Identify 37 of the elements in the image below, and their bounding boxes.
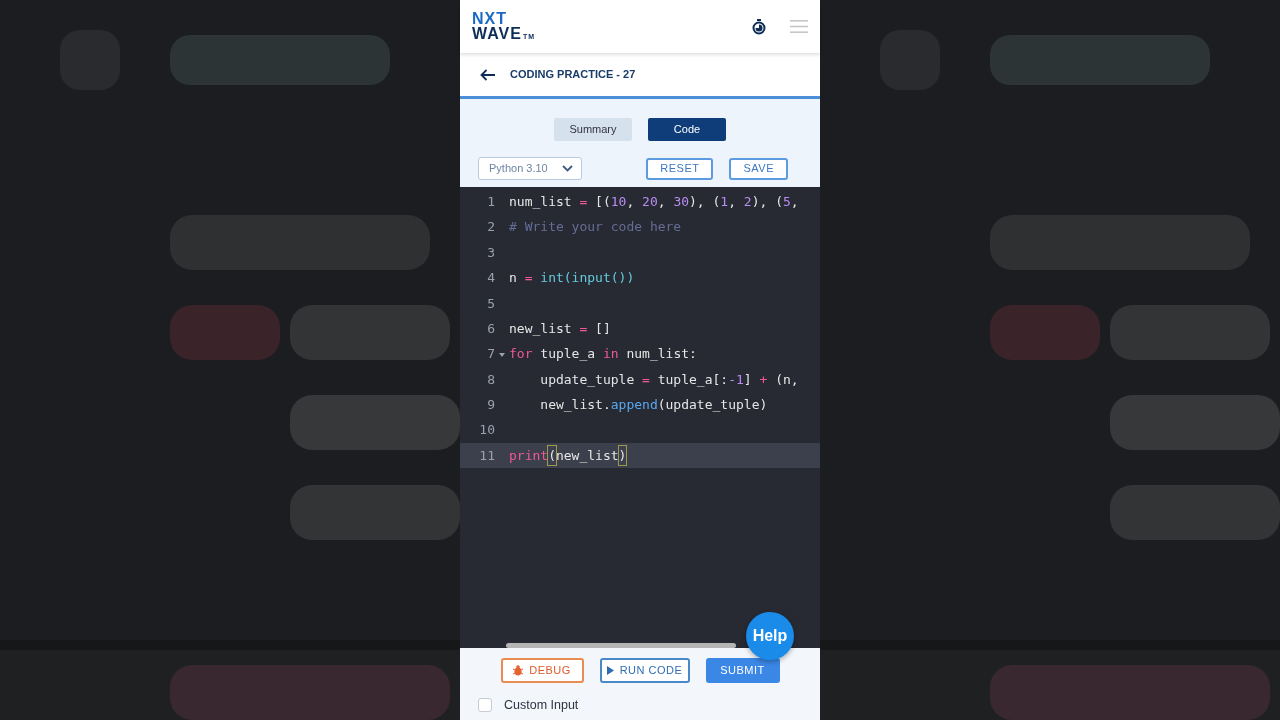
play-icon bbox=[606, 666, 614, 675]
tab[interactable]: Summary bbox=[554, 118, 632, 141]
stopwatch-icon[interactable] bbox=[752, 18, 766, 35]
line-number: 9 bbox=[487, 397, 495, 413]
line-number: 5 bbox=[487, 295, 495, 311]
line-number: 1 bbox=[487, 193, 495, 209]
code-line: n = int(input()) bbox=[509, 269, 635, 288]
line-number: 6 bbox=[487, 320, 495, 336]
code-line: print(new_list) bbox=[509, 445, 627, 466]
horizontal-scrollbar[interactable] bbox=[506, 643, 736, 648]
tab[interactable]: Code bbox=[648, 118, 726, 141]
page-title: CODING PRACTICE - 27 bbox=[510, 67, 636, 83]
line-number: 8 bbox=[487, 371, 495, 387]
line-number: 4 bbox=[487, 270, 495, 286]
line-number: 10 bbox=[479, 422, 495, 438]
language-select[interactable]: Python 3.10 bbox=[478, 157, 582, 180]
reset-button[interactable]: RESET bbox=[646, 157, 714, 180]
code-line: num_list = [(10, 20, 30), (1, 2), (5, bbox=[509, 192, 799, 211]
checkbox-label: Custom Input bbox=[504, 697, 579, 714]
line-number: 2 bbox=[487, 219, 495, 235]
code-line: new_list = [] bbox=[509, 319, 611, 338]
line-number: 3 bbox=[487, 244, 495, 260]
code-line: for tuple_a in num_list: bbox=[509, 345, 697, 364]
code-line: update_tuple = tuple_a[:-1] + (n, bbox=[539, 370, 799, 389]
save-button[interactable]: SAVE bbox=[729, 157, 788, 180]
run-code-button[interactable]: RUN CODE bbox=[599, 658, 690, 683]
line-number: 7 bbox=[487, 346, 495, 362]
chevron-down-icon bbox=[562, 165, 573, 172]
line-number: 11 bbox=[479, 447, 495, 463]
bug-icon bbox=[513, 665, 524, 676]
code-line: # Write your code here bbox=[509, 218, 682, 237]
fold-marker-icon[interactable] bbox=[499, 353, 505, 359]
debug-button[interactable]: DEBUG bbox=[500, 658, 584, 683]
code-line: new_list.append(update_tuple) bbox=[539, 396, 768, 415]
back-arrow-icon[interactable] bbox=[480, 68, 496, 81]
checkbox[interactable] bbox=[478, 698, 492, 713]
submit-button[interactable]: SUBMIT bbox=[705, 658, 780, 683]
